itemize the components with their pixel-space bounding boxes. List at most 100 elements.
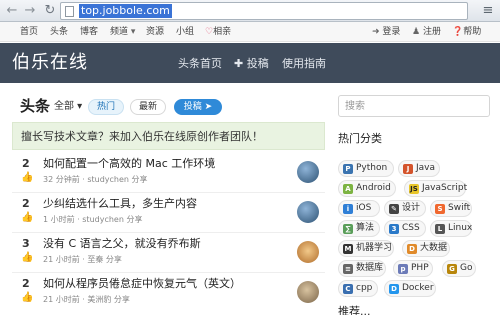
tag-ios[interactable]: i iOS [338,200,380,217]
post-meta: 1 小时前 · studychen 分享 [43,215,143,224]
recruit-banner[interactable]: 擅长写技术文章？来加入伯乐在线原创作者团队！ [12,122,325,150]
nav-headline-home[interactable]: 头条首页 [178,56,222,72]
tag-algorithms[interactable]: ∑ 算法 [338,220,380,237]
topnav-channels[interactable]: 频道 ▾ [110,22,135,42]
tag-database[interactable]: ≡ 数据库 [338,260,386,277]
java-icon: J [403,164,413,174]
topnav-blog[interactable]: 博客 [80,22,98,42]
forward-button[interactable]: → [22,3,38,19]
filter-all-dropdown[interactable]: 全部 ▾ [54,100,82,114]
feed-item[interactable]: 2 👍 如何从程序员倦怠症中恢复元气（英文） 21 小时前 · 美洲豹 分享 [12,275,325,315]
php-icon: p [398,264,408,274]
avatar[interactable] [297,161,319,183]
submit-post-button[interactable]: 投稿 ➤ [174,99,222,115]
topnav-resources[interactable]: 资源 [146,22,164,42]
css-icon: 3 [389,224,399,234]
help-link[interactable]: ❓帮助 [452,22,481,42]
user-icon: ♟ [412,27,423,37]
tag-label: iOS [356,203,372,213]
browser-menu-button[interactable]: ≡ [480,3,496,19]
docker-icon: D [389,284,399,294]
tag-label: cpp [356,283,373,293]
filter-all-label: 全部 [54,101,74,112]
register-link[interactable]: ♟ 注册 [412,22,441,42]
menu-icon: ≡ [482,3,494,18]
upvote-count: 2 [22,157,30,170]
tag-android[interactable]: A Android [338,180,396,197]
tag-docker[interactable]: D Docker [384,280,436,297]
nav-submit[interactable]: ✚ 投稿 [234,56,269,72]
reload-button[interactable]: ↻ [42,3,58,19]
tab-hot[interactable]: 热门 [88,99,124,115]
site-logo[interactable]: 伯乐在线 [12,51,88,75]
topnav-dating-label: 相亲 [213,27,232,37]
cpp-icon: C [343,284,353,294]
tag-linux[interactable]: L Linux [430,220,472,237]
arrow-right-icon: → [24,3,36,18]
topnav-home[interactable]: 首页 [20,22,38,42]
site-header: 伯乐在线 头条首页 ✚ 投稿 使用指南 [0,43,500,83]
tag-java[interactable]: J Java [398,160,440,177]
post-title[interactable]: 少纠结选什么工具，多生产内容 [43,197,197,211]
tag-label: Linux [448,223,473,233]
tag-cpp[interactable]: Ccpp [338,280,378,297]
tag-big-data[interactable]: D 大数据 [402,240,450,257]
topnav-dating[interactable]: ♡相亲 [205,22,231,42]
page-icon [65,6,74,17]
android-icon: A [343,184,353,194]
post-title[interactable]: 没有 C 语言之父，就没有乔布斯 [43,237,201,251]
big-data-icon: D [407,244,417,254]
reload-icon: ↻ [44,3,56,18]
feed-item[interactable]: 3 👍 没有 C 语言之父，就没有乔布斯 21 小时前 · 至秦 分享 [12,235,325,273]
submit-post-label: 投稿 [183,102,202,112]
post-meta: 32 分钟前 · studychen 分享 [43,175,148,184]
python-icon: P [343,164,353,174]
post-meta: 21 小时前 · 至秦 分享 [43,255,122,264]
tag-label: 数据库 [356,263,384,273]
upvote-count: 3 [22,237,30,250]
swift-icon: S [435,204,445,214]
avatar[interactable] [297,281,319,303]
tag-swift[interactable]: S Swift [430,200,472,217]
upvote-count: 2 [22,197,30,210]
tab-latest[interactable]: 最新 [130,99,166,115]
tag-python[interactable]: P Python [338,160,394,177]
tag-javascript[interactable]: JS JavaScript [404,180,467,197]
login-icon: ➜ [372,27,383,37]
login-link[interactable]: ➜ 登录 [372,22,400,42]
thumbs-up-icon[interactable]: 👍 [21,292,33,304]
topnav-channels-label: 频道 [110,27,129,37]
login-label: 登录 [382,27,401,37]
search-input[interactable] [338,95,490,117]
tag-label: Python [356,163,388,173]
thumbs-up-icon[interactable]: 👍 [21,172,33,184]
tag-machine-learning[interactable]: M 机器学习 [338,240,394,257]
nav-guide[interactable]: 使用指南 [282,56,326,72]
feed-item[interactable]: 2 👍 少纠结选什么工具，多生产内容 1 小时前 · studychen 分享 [12,195,325,233]
avatar[interactable] [297,201,319,223]
thumbs-up-icon[interactable]: 👍 [21,252,33,264]
tag-label: Android [356,183,391,193]
database-icon: ≡ [343,264,353,274]
tag-go[interactable]: G Go [442,260,476,277]
site-topnav: 首页 头条 博客 频道 ▾ 资源 小组 ♡相亲 ➜ 登录 ♟ 注册 ❓帮助 [0,22,500,42]
feed-title: 头条 [20,97,51,115]
topnav-headlines[interactable]: 头条 [50,22,68,42]
browser-toolbar: ← → ↻ top.jobbole.com ☆ ≡ [0,0,500,22]
feed-item[interactable]: 2 👍 如何配置一个高效的 Mac 工作环境 32 分钟前 · studyche… [12,155,325,193]
avatar[interactable] [297,241,319,263]
tag-php[interactable]: p PHP [393,260,433,277]
tag-css[interactable]: 3 CSS [384,220,426,237]
url-text[interactable]: top.jobbole.com [79,4,172,18]
address-bar[interactable]: top.jobbole.com ☆ [60,2,468,20]
design-icon: ✎ [389,204,399,214]
linux-icon: L [435,224,445,234]
post-title[interactable]: 如何配置一个高效的 Mac 工作环境 [43,157,215,171]
back-button[interactable]: ← [4,3,20,19]
javascript-icon: JS [409,184,419,194]
topnav-groups[interactable]: 小组 [176,22,194,42]
thumbs-up-icon[interactable]: 👍 [21,212,33,224]
tag-design[interactable]: ✎ 设计 [384,200,426,217]
post-title[interactable]: 如何从程序员倦怠症中恢复元气（英文） [43,277,241,291]
tag-label: Swift [448,203,471,213]
